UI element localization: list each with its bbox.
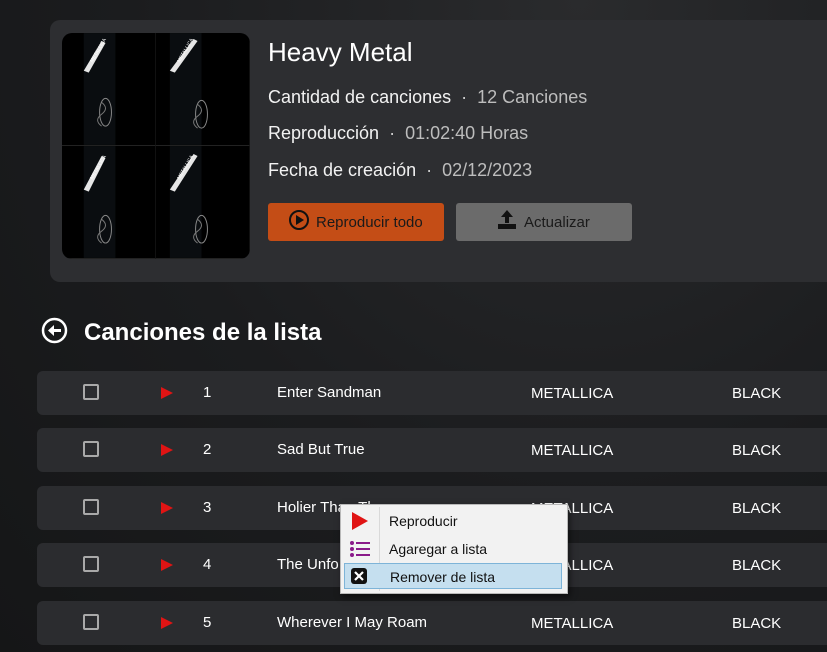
- song-checkbox[interactable]: [83, 614, 99, 630]
- album-name: BLACK: [732, 442, 782, 459]
- cover-tile: METALLICA: [156, 146, 250, 259]
- track-number: 5: [203, 614, 212, 631]
- album-name: BLACK: [732, 500, 782, 517]
- track-number: 3: [203, 499, 212, 516]
- play-icon[interactable]: [160, 443, 174, 462]
- separator-dot: ·: [389, 123, 396, 143]
- created-date-value: 02/12/2023: [442, 160, 533, 180]
- menu-item-label: Agaregar a lista: [389, 541, 488, 557]
- song-count-row: Cantidad de canciones · 12 Canciones: [268, 87, 587, 108]
- update-button[interactable]: Actualizar: [456, 203, 632, 241]
- separator-dot: ·: [461, 87, 468, 107]
- upload-icon: [496, 209, 518, 235]
- cover-tile: METALLICA: [62, 33, 156, 146]
- section-title: Canciones de la lista: [84, 319, 322, 346]
- created-date-row: Fecha de creación · 02/12/2023: [268, 160, 532, 181]
- song-title: Enter Sandman: [277, 384, 382, 401]
- update-label: Actualizar: [524, 213, 590, 231]
- play-icon[interactable]: [160, 616, 174, 635]
- album-cover: METALLICA METALLICA METALLICA METALLICA: [62, 33, 250, 259]
- play-icon: [349, 512, 369, 530]
- album-name: BLACK: [732, 615, 782, 632]
- album-name: BLACK: [732, 385, 782, 402]
- artist-name: METALLICA: [531, 442, 614, 459]
- play-icon[interactable]: [160, 386, 174, 405]
- section-header: Canciones de la lista: [41, 317, 321, 349]
- playlist-title: Heavy Metal: [268, 37, 413, 67]
- menu-item-add-to-list[interactable]: Agaregar a lista: [344, 536, 562, 562]
- duration-value: 01:02:40 Horas: [405, 123, 529, 143]
- track-number: 4: [203, 556, 212, 573]
- song-row[interactable]: 1 Enter Sandman METALLICA BLACK: [37, 371, 827, 415]
- menu-item-label: Reproducir: [389, 513, 458, 529]
- track-number: 2: [203, 441, 212, 458]
- artist-name: METALLICA: [531, 615, 614, 632]
- menu-item-play[interactable]: Reproducir: [344, 508, 562, 534]
- song-checkbox[interactable]: [83, 556, 99, 572]
- song-count-value: 12 Canciones: [477, 87, 588, 107]
- cover-tile: METALLICA: [156, 33, 250, 146]
- play-all-button[interactable]: Reproducir todo: [268, 203, 444, 241]
- song-checkbox[interactable]: [83, 499, 99, 515]
- song-title: Sad But True: [277, 441, 365, 458]
- song-row[interactable]: 5 Wherever I May Roam METALLICA BLACK: [37, 601, 827, 645]
- artist-name: METALLICA: [531, 385, 614, 402]
- separator-dot: ·: [426, 160, 433, 180]
- menu-item-remove-from-list[interactable]: Remover de lista: [344, 563, 562, 589]
- playlist-header-card: METALLICA METALLICA METALLICA METALLICA …: [50, 20, 827, 282]
- list-icon: [349, 540, 370, 558]
- album-name: BLACK: [732, 557, 782, 574]
- menu-item-label: Remover de lista: [390, 569, 496, 585]
- song-title: The Unfo: [277, 556, 339, 573]
- song-count-label: Cantidad de canciones: [268, 87, 452, 107]
- play-icon[interactable]: [160, 501, 174, 520]
- duration-row: Reproducción · 01:02:40 Horas: [268, 123, 528, 144]
- play-icon[interactable]: [160, 558, 174, 577]
- song-row[interactable]: 2 Sad But True METALLICA BLACK: [37, 428, 827, 472]
- track-number: 1: [203, 384, 212, 401]
- context-menu: Reproducir Agaregar a lista Remover de l…: [340, 504, 568, 594]
- remove-icon: [350, 568, 370, 586]
- play-all-label: Reproducir todo: [316, 213, 423, 231]
- song-checkbox[interactable]: [83, 441, 99, 457]
- play-circle-icon: [288, 209, 310, 235]
- back-arrow-icon[interactable]: [41, 317, 68, 349]
- cover-tile: METALLICA: [62, 146, 156, 259]
- created-date-label: Fecha de creación: [268, 160, 417, 180]
- song-title: Wherever I May Roam: [277, 614, 428, 631]
- duration-label: Reproducción: [268, 123, 380, 143]
- song-checkbox[interactable]: [83, 384, 99, 400]
